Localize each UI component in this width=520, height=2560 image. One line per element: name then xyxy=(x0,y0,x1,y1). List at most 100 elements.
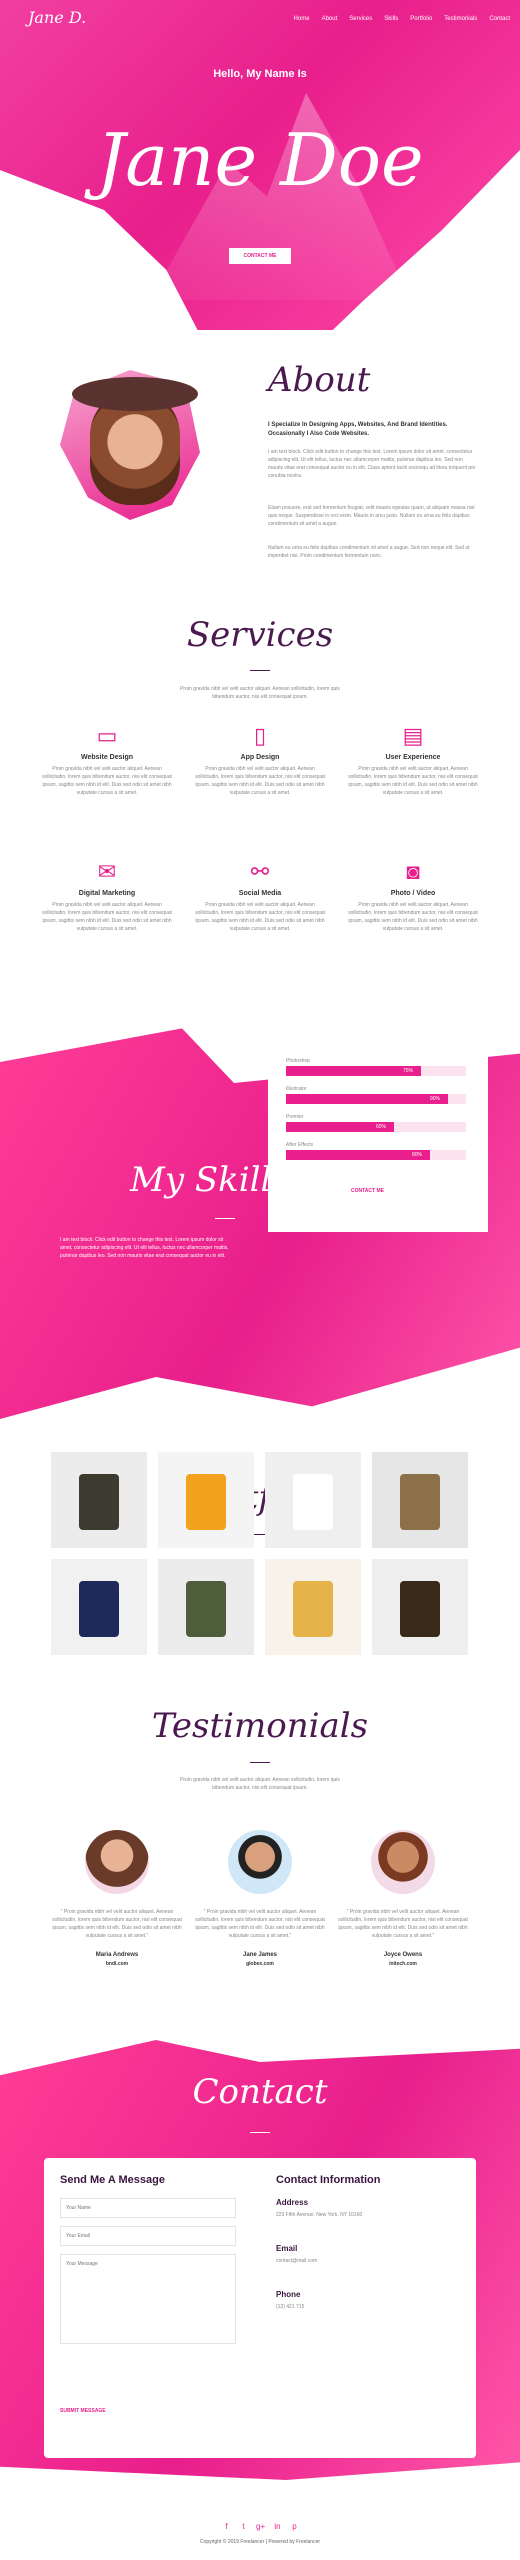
product-image xyxy=(293,1474,333,1530)
service-title: Photo / Video xyxy=(390,890,436,897)
skill-percent: 80% xyxy=(412,1152,423,1158)
camera-icon: ◙ xyxy=(406,859,420,884)
message-field[interactable] xyxy=(60,2254,236,2344)
email-value[interactable]: contact@mail.com xyxy=(276,2258,317,2264)
services-divider xyxy=(250,670,270,671)
services-subtitle: Proin gravida nibh vel velit auctor aliq… xyxy=(180,686,340,700)
facebook-icon[interactable]: f xyxy=(222,2522,231,2531)
email-label: Email xyxy=(276,2244,298,2253)
testimonials-title: Testimonials xyxy=(151,1706,369,1746)
service-title: App Design xyxy=(240,754,280,761)
testimonial-quote: " Proin gravida nibh vel velit auctor al… xyxy=(195,1909,325,1939)
skill-bar-after-effects: 80% xyxy=(286,1150,466,1160)
main-nav: Home About Services Skills Portfolio Tes… xyxy=(294,16,510,22)
service-website-design: ▭ Website Design Proin gravida nibh vel … xyxy=(42,722,172,797)
skills-contact-button[interactable]: CONTACT ME xyxy=(351,1188,384,1194)
product-image xyxy=(79,1581,119,1637)
service-title: User Experience xyxy=(385,754,441,761)
hero-name: Jane Doe xyxy=(96,118,424,202)
service-text: Proin gravida nibh vel velit auctor aliq… xyxy=(348,902,478,932)
skills-divider xyxy=(215,1218,235,1219)
skill-percent: 60% xyxy=(376,1124,387,1130)
testimonial-name: Joyce Owens xyxy=(383,1952,423,1958)
share-icon: ⚯ xyxy=(250,859,270,884)
avatar xyxy=(371,1830,435,1894)
submit-button[interactable]: SUBMIT MESSAGE xyxy=(60,2408,106,2414)
linkedin-icon[interactable]: in xyxy=(273,2522,282,2531)
service-text: Proin gravida nibh vel velit auctor aliq… xyxy=(42,766,172,796)
testimonial-card: " Proin gravida nibh vel velit auctor al… xyxy=(52,1830,182,1967)
phone-icon: ▯ xyxy=(253,723,267,748)
monitor-icon: ▭ xyxy=(96,723,118,748)
site-logo[interactable]: Jane D. xyxy=(28,8,86,27)
about-title: About xyxy=(268,360,371,400)
product-image xyxy=(400,1474,440,1530)
skill-bar-illustrator: 90% xyxy=(286,1094,466,1104)
about-paragraph-1: I am text block. Click edit button to ch… xyxy=(268,449,476,479)
pinterest-icon[interactable]: p xyxy=(290,2522,299,2531)
copyright: Copyright © 2019 Freelancer | Powered by… xyxy=(199,2539,321,2545)
contact-card: Send Me A Message SUBMIT MESSAGE Contact… xyxy=(44,2158,476,2458)
testimonial-company: bndi.com xyxy=(105,1961,129,1967)
services-title: Services xyxy=(186,615,334,655)
about-paragraph-3: Nullam eu urna eu felis dapibus condimen… xyxy=(268,545,470,559)
product-image xyxy=(293,1581,333,1637)
service-social-media: ⚯ Social Media Proin gravida nibh vel ve… xyxy=(195,858,325,933)
skill-fill xyxy=(286,1094,448,1104)
testimonials-divider xyxy=(250,1762,270,1763)
skill-label: Illustrator xyxy=(286,1086,307,1092)
portfolio-item-jar[interactable] xyxy=(372,1559,468,1655)
testimonial-company: initech.com xyxy=(389,1961,417,1967)
nav-contact[interactable]: Contact xyxy=(489,16,510,22)
service-text: Proin gravida nibh vel velit auctor aliq… xyxy=(42,902,172,932)
skills-title: My Skills xyxy=(130,1160,289,1200)
name-field[interactable] xyxy=(60,2198,236,2218)
service-photo-video: ◙ Photo / Video Proin gravida nibh vel v… xyxy=(348,858,478,933)
portfolio-item-orange-bottles[interactable] xyxy=(158,1452,254,1548)
portfolio-item-snack-bowls[interactable] xyxy=(265,1559,361,1655)
address-value: 223 Fifth Avenue, New York, NY 10160 xyxy=(276,2212,363,2218)
nav-portfolio[interactable]: Portfolio xyxy=(410,16,432,22)
portfolio-item-coffee-bags[interactable] xyxy=(51,1452,147,1548)
social-links: f t g+ in p xyxy=(222,2522,299,2531)
contact-divider xyxy=(250,2132,270,2133)
envelope-icon: ✉ xyxy=(97,859,117,884)
email-field[interactable] xyxy=(60,2226,236,2246)
testimonial-name: Jane James xyxy=(242,1952,278,1958)
service-title: Website Design xyxy=(81,754,133,761)
hero-greeting: Hello, My Name Is xyxy=(213,68,307,80)
hero-contact-button[interactable]: CONTACT ME xyxy=(229,248,291,264)
avatar xyxy=(85,1830,149,1894)
testimonial-company: globex.com xyxy=(246,1961,274,1967)
nav-skills[interactable]: Skills xyxy=(384,16,398,22)
twitter-icon[interactable]: t xyxy=(239,2522,248,2531)
service-app-design: ▯ App Design Proin gravida nibh vel veli… xyxy=(195,722,325,797)
nav-services[interactable]: Services xyxy=(349,16,372,22)
service-text: Proin gravida nibh vel velit auctor aliq… xyxy=(195,902,325,932)
service-user-experience: ▤ User Experience Proin gravida nibh vel… xyxy=(348,722,478,797)
skills-text: I am text block. Click edit button to ch… xyxy=(60,1237,229,1259)
service-digital-marketing: ✉ Digital Marketing Proin gravida nibh v… xyxy=(42,858,172,933)
skill-label: Photoshop xyxy=(286,1058,310,1064)
testimonial-card: " Proin gravida nibh vel velit auctor al… xyxy=(195,1830,325,1967)
about-hat xyxy=(72,377,198,411)
address-label: Address xyxy=(276,2198,309,2207)
skill-fill xyxy=(286,1066,421,1076)
nav-about[interactable]: About xyxy=(322,16,338,22)
testimonial-card: " Proin gravida nibh vel velit auctor al… xyxy=(338,1830,468,1967)
contact-info-title: Contact Information xyxy=(276,2174,381,2186)
product-image xyxy=(400,1581,440,1637)
portfolio-item-green-pouch[interactable] xyxy=(158,1559,254,1655)
nav-home[interactable]: Home xyxy=(294,16,310,22)
avatar xyxy=(228,1830,292,1894)
skill-label: After Effects xyxy=(286,1142,314,1148)
skills-card: Photoshop 75% Illustrator 90% Premier 60… xyxy=(268,1020,488,1232)
skill-bar-premier: 60% xyxy=(286,1122,466,1132)
portfolio-item-white-bottle[interactable] xyxy=(265,1452,361,1548)
service-title: Digital Marketing xyxy=(78,890,136,897)
about-paragraph-2: Etiam posuere, erat sed fermentum feugia… xyxy=(268,505,475,527)
portfolio-item-cream-tube[interactable] xyxy=(51,1559,147,1655)
portfolio-item-coffee-pouch[interactable] xyxy=(372,1452,468,1548)
google-plus-icon[interactable]: g+ xyxy=(256,2522,265,2531)
nav-testimonials[interactable]: Testimonials xyxy=(444,16,477,22)
